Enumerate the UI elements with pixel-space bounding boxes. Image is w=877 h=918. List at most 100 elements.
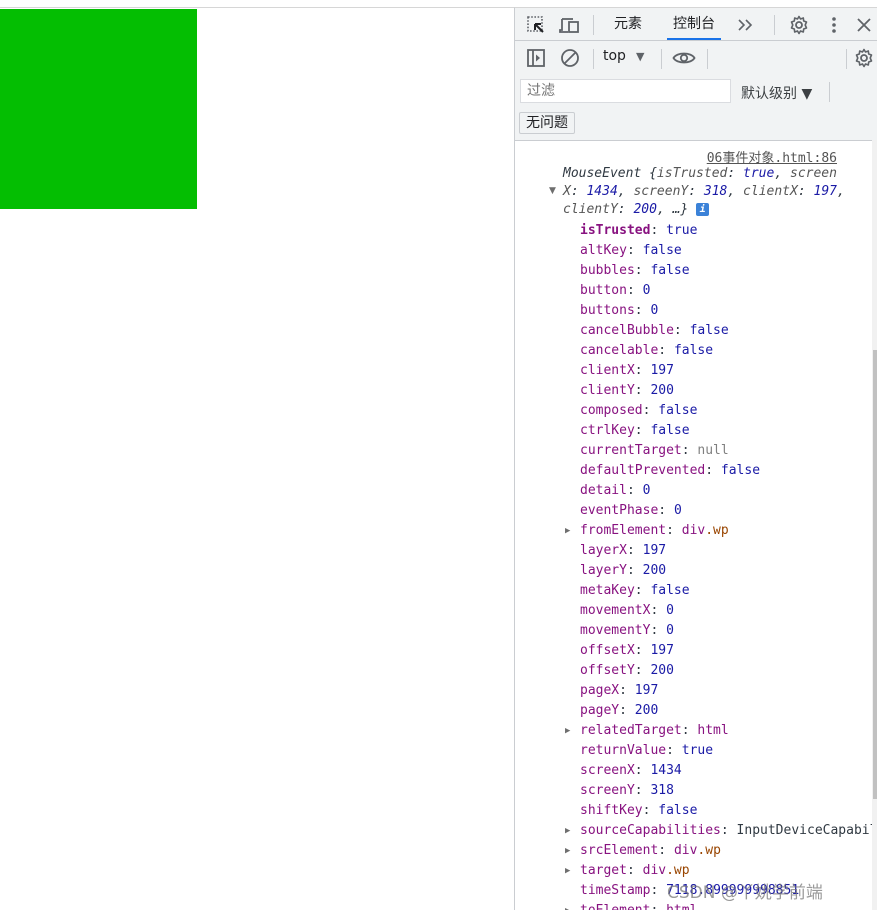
property-row-composed: composed: false [565, 401, 877, 421]
device-toolbar-icon[interactable] [559, 14, 581, 36]
console-output: 06事件对象.html:86 ▼ MouseEvent {isTrusted: … [515, 140, 877, 910]
property-name: altKey [580, 243, 627, 258]
property-name: bubbles [580, 263, 635, 278]
filter-input[interactable] [520, 79, 731, 103]
more-tabs-icon[interactable] [735, 14, 757, 36]
property-value: false [650, 423, 690, 438]
property-separator: : [619, 683, 635, 698]
property-value: 0 [666, 603, 674, 618]
expand-triangle-icon[interactable]: ▶ [565, 841, 570, 861]
console-settings-gear-icon[interactable] [853, 47, 875, 69]
property-row-screenX: screenX: 1434 [565, 761, 877, 781]
property-separator: : [642, 803, 659, 818]
property-name: movementX [580, 603, 651, 618]
preview-ellipsis: …} [672, 202, 697, 217]
expand-triangle-icon[interactable]: ▶ [565, 521, 570, 541]
expand-triangle-icon[interactable]: ▶ [565, 821, 570, 841]
divider [593, 49, 594, 69]
node-tag: div [642, 863, 667, 878]
log-level-select[interactable]: 默认级别 ▼ [741, 83, 812, 103]
close-icon[interactable] [853, 14, 875, 36]
expand-triangle-icon[interactable]: ▶ [565, 861, 570, 881]
devtools-panel: 元素 控制台 top ▼ 过滤 默认级别 ▼ 无问题 06事件对象.html:8… [514, 7, 877, 910]
node-class: .wp [705, 523, 729, 538]
expand-triangle-icon[interactable]: ▶ [565, 901, 570, 910]
tab-elements[interactable]: 元素 [610, 8, 646, 40]
property-row-relatedTarget[interactable]: ▶ relatedTarget: html [565, 721, 877, 741]
property-name: buttons [580, 303, 635, 318]
live-expression-eye-icon[interactable] [671, 47, 697, 69]
property-value: 0 [650, 303, 659, 318]
property-name: eventPhase [580, 503, 659, 518]
collapse-triangle-icon[interactable]: ▼ [549, 186, 556, 196]
property-row-button: button: 0 [565, 281, 877, 301]
green-box[interactable] [0, 9, 197, 209]
property-list: isTrusted: true altKey: false bubbles: fal… [565, 221, 877, 910]
property-row-cancelBubble: cancelBubble: false [565, 321, 877, 341]
property-separator: : [681, 443, 698, 458]
property-row-timeStamp: timeStamp: 7118.899999998851 [565, 881, 877, 901]
property-name: cancelable [580, 343, 659, 358]
expand-triangle-icon[interactable]: ▶ [565, 721, 570, 741]
property-value: false [650, 583, 690, 598]
preview-value: true [743, 166, 775, 181]
dropdown-arrow-icon: ▼ [635, 50, 645, 63]
source-link[interactable]: 06事件对象.html:86 [707, 147, 837, 166]
property-row-srcElement[interactable]: ▶ srcElement: div.wp [565, 841, 877, 861]
property-value: 197 [634, 683, 659, 698]
node-tag: html [666, 903, 697, 910]
context-select[interactable]: top ▼ [603, 48, 644, 64]
property-name: clientY [580, 383, 635, 398]
more-options-icon[interactable] [823, 14, 845, 36]
property-name: offsetX [580, 643, 635, 658]
property-separator: : [650, 903, 666, 910]
divider [661, 49, 662, 69]
property-row-target[interactable]: ▶ target: div.wp [565, 861, 877, 881]
node-tag: div [681, 523, 706, 538]
preview-sep: : [727, 166, 744, 181]
property-row-bubbles: bubbles: false [565, 261, 877, 281]
scrollbar-thumb[interactable] [873, 350, 877, 799]
settings-gear-icon[interactable] [788, 14, 810, 36]
property-row-clientY: clientY: 200 [565, 381, 877, 401]
issues-button[interactable]: 无问题 [519, 112, 575, 134]
show-sidebar-icon[interactable] [525, 47, 547, 69]
property-value: div.wp [674, 843, 721, 858]
property-separator: : [666, 743, 682, 758]
inspect-element-icon[interactable] [525, 14, 547, 36]
object-summary[interactable]: MouseEvent {isTrusted: true, screenX: 14… [563, 165, 849, 219]
property-value: 0 [666, 623, 674, 638]
property-row-toElement[interactable]: ▶ toElement: html [565, 901, 877, 910]
property-separator: : [720, 823, 737, 838]
property-separator: : [673, 323, 690, 338]
property-separator: : [658, 343, 674, 358]
property-row-sourceCapabilities[interactable]: ▶ sourceCapabilities: InputDeviceCapabili… [565, 821, 877, 841]
property-row-eventPhase: eventPhase: 0 [565, 501, 877, 521]
property-row-clientX: clientX: 197 [565, 361, 877, 381]
preview-key: screenY [633, 184, 689, 199]
preview-sep: : [797, 184, 814, 199]
property-row-fromElement[interactable]: ▶ fromElement: div.wp [565, 521, 877, 541]
property-separator: : [650, 883, 667, 898]
property-value: 0 [673, 503, 682, 518]
property-separator: : [658, 503, 674, 518]
preview-key: clientY [563, 202, 618, 217]
preview-sep: : [688, 184, 704, 199]
clear-console-icon[interactable] [559, 47, 581, 69]
property-row-layerY: layerY: 200 [565, 561, 877, 581]
property-separator: : [634, 263, 651, 278]
property-row-returnValue: returnValue: true [565, 741, 877, 761]
tab-console[interactable]: 控制台 [667, 8, 721, 40]
devtools-tabbar: 元素 控制台 [515, 8, 877, 41]
property-separator: : [642, 403, 659, 418]
property-value: 0 [642, 283, 651, 298]
property-value: false [720, 463, 761, 478]
property-separator: : [626, 243, 643, 258]
property-row-detail: detail: 0 [565, 481, 877, 501]
property-value: html [697, 723, 728, 738]
property-value: 0 [642, 483, 651, 498]
property-value: 200 [634, 703, 659, 718]
property-name: layerY [580, 563, 627, 578]
property-name: cancelBubble [580, 323, 674, 338]
property-separator: : [634, 423, 651, 438]
